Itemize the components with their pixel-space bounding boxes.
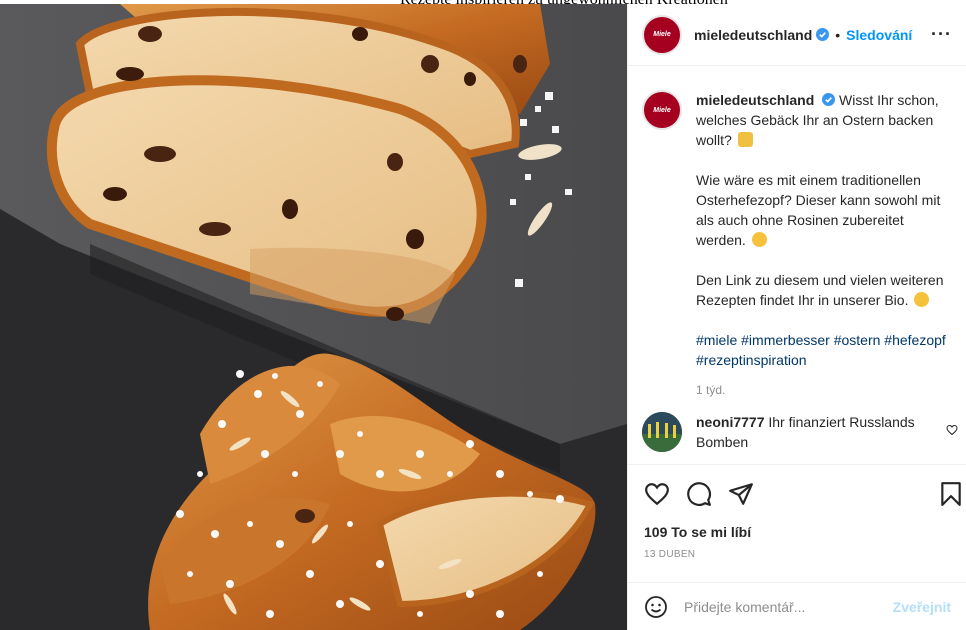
author-avatar[interactable]: Miele	[642, 14, 682, 55]
publish-comment-button[interactable]: Zveřejnit	[893, 599, 951, 615]
comments-area[interactable]: Miele mieledeutschland Wisst Ihr schon, …	[628, 66, 966, 464]
smiley-icon[interactable]	[644, 595, 668, 619]
post-header: Miele mieledeutschland • Sledování ···	[628, 4, 966, 66]
add-comment-input[interactable]: Přidejte komentář...	[684, 599, 893, 615]
caption-body: mieledeutschland Wisst Ihr schon, welche…	[696, 90, 953, 400]
comment-like-heart-icon[interactable]	[946, 424, 958, 436]
commenter-username[interactable]: neoni7777	[696, 414, 764, 430]
paper-plane-icon[interactable]	[728, 481, 754, 507]
caption-hashtags[interactable]: #miele #immerbesser #ostern #hefezopf #r…	[696, 330, 953, 370]
author-username[interactable]: mieledeutschland	[694, 27, 812, 43]
bookmark-icon[interactable]	[940, 481, 962, 507]
comment-body: neoni7777 Ihr finanziert Russlands Bombe…	[696, 412, 936, 452]
braided-bread-image	[0, 4, 627, 630]
avatar-logo-text: Miele	[653, 106, 671, 114]
caption-author-avatar[interactable]: Miele	[642, 90, 682, 130]
post-photo[interactable]	[0, 4, 627, 630]
comment-item: neoni7777 Ihr finanziert Russlands Bombe…	[642, 412, 962, 452]
caption-time: 1 týd.	[696, 383, 726, 397]
post-side-panel: Miele mieledeutschland • Sledování ··· M…	[627, 4, 966, 630]
caption-author-username[interactable]: mieledeutschland	[696, 92, 814, 108]
verified-badge-icon	[816, 28, 830, 41]
avatar-logo-text: Miele	[653, 31, 671, 38]
caption-paragraph-3: Den Link zu diesem und vielen weiteren R…	[696, 272, 944, 308]
verified-badge-icon	[822, 93, 836, 106]
separator-dot: •	[835, 26, 841, 43]
post-actions-bar	[628, 464, 966, 520]
comment-icon[interactable]	[686, 481, 712, 507]
post-date: 13 DUBEN	[644, 549, 696, 560]
likes-count[interactable]: 109 To se mi líbí	[644, 524, 751, 540]
smiling-emoji-icon	[914, 292, 930, 307]
commenter-avatar[interactable]	[642, 412, 682, 452]
more-options-button[interactable]: ···	[931, 24, 952, 45]
chef-emoji-icon	[737, 132, 753, 147]
add-comment-bar: Přidejte komentář... Zveřejnit	[628, 582, 966, 630]
post-caption: Miele mieledeutschland Wisst Ihr schon, …	[628, 66, 966, 400]
heart-eyes-emoji-icon	[751, 232, 767, 247]
follow-button[interactable]: Sledování	[846, 27, 912, 43]
heart-icon[interactable]	[644, 481, 670, 507]
caption-paragraph-2: Wie wäre es mit einem traditionellen Ost…	[696, 172, 941, 248]
